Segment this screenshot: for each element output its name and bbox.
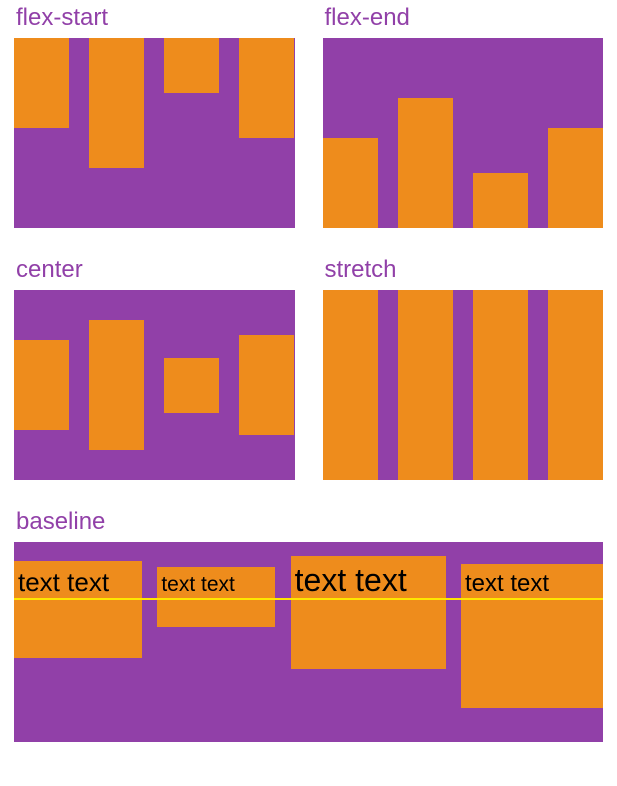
label-center: center [14,252,295,290]
stage-flex-start [14,38,295,228]
stage-baseline: text text text text text text text text [14,542,603,742]
flex-item [164,358,219,413]
flex-item [239,38,294,138]
label-baseline: baseline [14,504,603,542]
label-stretch: stretch [323,252,604,290]
flex-item-text: text text [157,567,275,627]
stage-center [14,290,295,480]
flex-item [398,98,453,228]
flex-item [398,290,453,480]
row-2: center stretch [14,252,603,480]
flex-item [323,290,378,480]
flex-item-text: text text [461,564,603,708]
example-flex-start: flex-start [14,0,295,228]
flex-item [89,320,144,450]
flex-item [323,138,378,228]
flex-item-text: text text [291,556,446,669]
flex-item [89,38,144,168]
example-stretch: stretch [323,252,604,480]
flex-item [473,290,528,480]
stage-flex-end [323,38,604,228]
flex-item [239,335,294,435]
baseline-guide-line [14,598,603,600]
flex-item [548,290,603,480]
row-1: flex-start flex-end [14,0,603,228]
flex-item-text: text text [14,561,142,658]
flex-item [14,38,69,128]
label-flex-end: flex-end [323,0,604,38]
row-3: baseline text text text text text text t… [14,504,603,742]
example-center: center [14,252,295,480]
example-flex-end: flex-end [323,0,604,228]
label-flex-start: flex-start [14,0,295,38]
flex-item [14,340,69,430]
stage-stretch [323,290,604,480]
flex-item [164,38,219,93]
flex-item [548,128,603,228]
flex-item [473,173,528,228]
